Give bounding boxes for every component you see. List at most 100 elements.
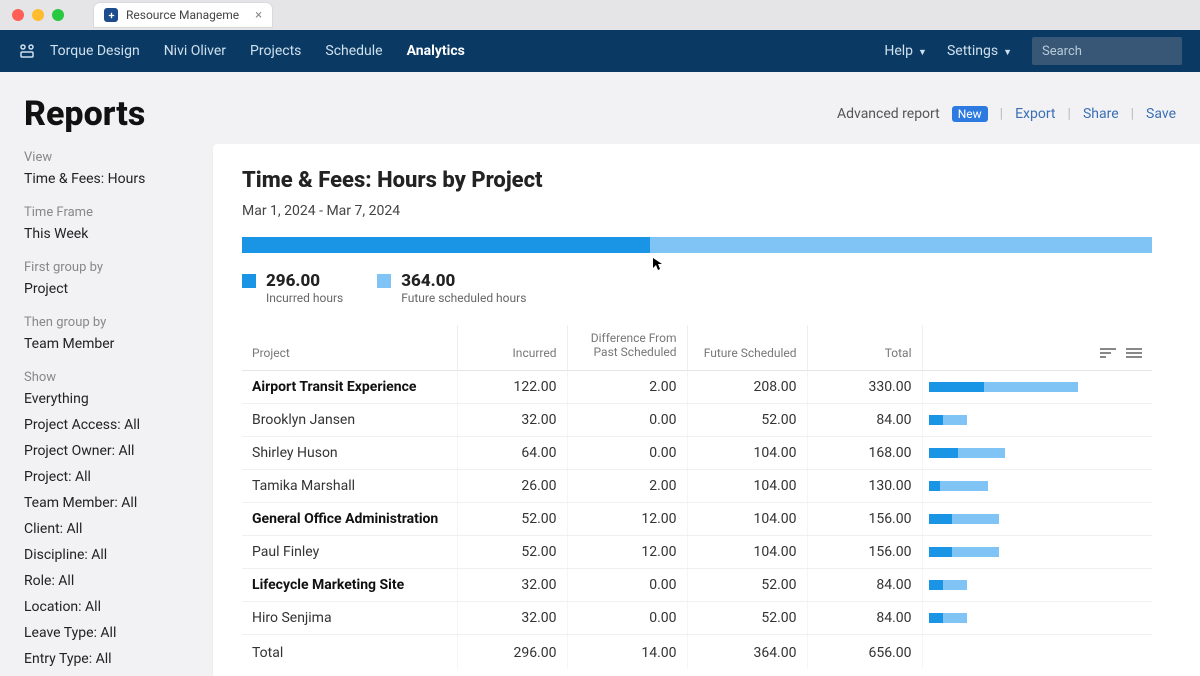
col-incurred[interactable]: Incurred	[457, 325, 567, 370]
report-daterange: Mar 1, 2024 - Mar 7, 2024	[242, 203, 1170, 219]
sidebar-view-value[interactable]: Time & Fees: Hours	[24, 171, 212, 187]
cell-total: 84.00	[807, 403, 922, 436]
report-panel: Time & Fees: Hours by Project Mar 1, 202…	[212, 144, 1200, 676]
tab-title: Resource Manageme	[126, 8, 239, 22]
cell-total: 84.00	[807, 601, 922, 634]
table-row[interactable]: Hiro Senjima32.000.0052.0084.00	[242, 601, 1152, 634]
window-minimize-icon[interactable]	[32, 9, 44, 21]
nav-link-projects[interactable]: Projects	[250, 43, 301, 59]
cell-incurred: 26.00	[457, 469, 567, 502]
col-diff[interactable]: Difference From Past Scheduled	[567, 325, 687, 370]
sidebar-show-item[interactable]: Project Access: All	[24, 417, 212, 433]
sidebar-show-item[interactable]: Entry Type: All	[24, 651, 212, 667]
cell-future: 104.00	[687, 469, 807, 502]
sidebar-firstgroup-label: First group by	[24, 260, 212, 275]
table-row[interactable]: Shirley Huson64.000.00104.00168.00	[242, 436, 1152, 469]
cell-minibar	[922, 535, 1152, 568]
cell-total: 156.00	[807, 535, 922, 568]
table-row[interactable]: Tamika Marshall26.002.00104.00130.00	[242, 469, 1152, 502]
sidebar-show-item[interactable]: Leave Type: All	[24, 625, 212, 641]
cell-diff: 0.00	[567, 403, 687, 436]
cell-incurred: 52.00	[457, 502, 567, 535]
list-view-icon[interactable]	[1126, 348, 1142, 360]
nav-settings[interactable]: Settings▼	[947, 43, 1012, 59]
col-chart	[922, 325, 1152, 370]
col-project[interactable]: Project	[242, 325, 457, 370]
tab-close-icon[interactable]: ×	[255, 9, 262, 22]
col-total[interactable]: Total	[807, 325, 922, 370]
sidebar-show-item[interactable]: Client: All	[24, 521, 212, 537]
sidebar-show-item[interactable]: Location: All	[24, 599, 212, 615]
share-link[interactable]: Share	[1083, 106, 1119, 122]
table-row[interactable]: General Office Administration52.0012.001…	[242, 502, 1152, 535]
cell-future: 52.00	[687, 601, 807, 634]
nav-link-analytics[interactable]: Analytics	[407, 43, 465, 59]
cell-project: Lifecycle Marketing Site	[242, 568, 457, 601]
cell-minibar	[922, 568, 1152, 601]
legend-incurred-value: 296.00	[266, 271, 343, 291]
sidebar-firstgroup-value[interactable]: Project	[24, 281, 212, 297]
sort-desc-icon[interactable]	[1100, 348, 1116, 360]
cell-diff: 12.00	[567, 502, 687, 535]
nav-brand[interactable]: Torque Design	[50, 43, 140, 59]
table-row[interactable]: Airport Transit Experience122.002.00208.…	[242, 370, 1152, 403]
page-header: Reports Advanced report New | Export | S…	[0, 72, 1200, 144]
cell-total: 168.00	[807, 436, 922, 469]
cell-incurred: 32.00	[457, 601, 567, 634]
report-sidebar: View Time & Fees: Hours Time Frame This …	[24, 144, 212, 676]
window-zoom-icon[interactable]	[52, 9, 64, 21]
nav-help[interactable]: Help▼	[884, 43, 927, 59]
sidebar-show-item[interactable]: Team Member: All	[24, 495, 212, 511]
sidebar-timeframe-value[interactable]: This Week	[24, 226, 212, 242]
cell-project: Tamika Marshall	[242, 469, 457, 502]
legend-incurred-label: Incurred hours	[266, 291, 343, 305]
cell-future: 104.00	[687, 535, 807, 568]
nav-link-schedule[interactable]: Schedule	[325, 43, 382, 59]
export-link[interactable]: Export	[1015, 106, 1055, 122]
app-logo-icon[interactable]	[18, 42, 36, 60]
cell-project: Brooklyn Jansen	[242, 403, 457, 436]
sidebar-show-item[interactable]: Role: All	[24, 573, 212, 589]
cell-minibar	[922, 436, 1152, 469]
sidebar-thengroup-label: Then group by	[24, 315, 212, 330]
cell-project: Paul Finley	[242, 535, 457, 568]
table-total-row: Total296.0014.00364.00656.00	[242, 634, 1152, 669]
legend-swatch-future-icon	[377, 274, 391, 288]
cell-incurred: 32.00	[457, 568, 567, 601]
nav-link-user[interactable]: Nivi Oliver	[164, 43, 226, 59]
table-row[interactable]: Paul Finley52.0012.00104.00156.00	[242, 535, 1152, 568]
browser-tab[interactable]: Resource Manageme ×	[94, 3, 272, 27]
cell-diff: 12.00	[567, 535, 687, 568]
window-close-icon[interactable]	[12, 9, 24, 21]
table-row[interactable]: Lifecycle Marketing Site32.000.0052.0084…	[242, 568, 1152, 601]
new-badge: New	[952, 106, 988, 122]
cell-project: Airport Transit Experience	[242, 370, 457, 403]
window-titlebar: Resource Manageme ×	[0, 0, 1200, 30]
cell-minibar	[922, 502, 1152, 535]
table-row[interactable]: Brooklyn Jansen32.000.0052.0084.00	[242, 403, 1152, 436]
main-nav: Torque Design Nivi Oliver Projects Sched…	[0, 30, 1200, 72]
summary-bar-chart	[242, 237, 1152, 253]
col-future[interactable]: Future Scheduled	[687, 325, 807, 370]
cell-future: 52.00	[687, 568, 807, 601]
sidebar-show-item[interactable]: Project: All	[24, 469, 212, 485]
cell-total: 156.00	[807, 502, 922, 535]
tab-favicon-icon	[104, 8, 118, 22]
caret-down-icon: ▼	[918, 47, 927, 58]
cell-minibar	[922, 469, 1152, 502]
legend-future-label: Future scheduled hours	[401, 291, 526, 305]
search-input[interactable]	[1032, 37, 1182, 65]
advanced-report-link[interactable]: Advanced report	[837, 106, 940, 122]
sidebar-show-label: Show	[24, 370, 212, 385]
cell-total: 330.00	[807, 370, 922, 403]
cell-project: Shirley Huson	[242, 436, 457, 469]
cell-future: 104.00	[687, 436, 807, 469]
legend-swatch-incurred-icon	[242, 274, 256, 288]
cell-diff: 2.00	[567, 370, 687, 403]
sidebar-show-item[interactable]: Project Owner: All	[24, 443, 212, 459]
save-link[interactable]: Save	[1146, 106, 1176, 122]
sidebar-show-item[interactable]: Discipline: All	[24, 547, 212, 563]
sidebar-show-item[interactable]: Everything	[24, 391, 212, 407]
sidebar-thengroup-value[interactable]: Team Member	[24, 336, 212, 352]
cell-incurred: 122.00	[457, 370, 567, 403]
